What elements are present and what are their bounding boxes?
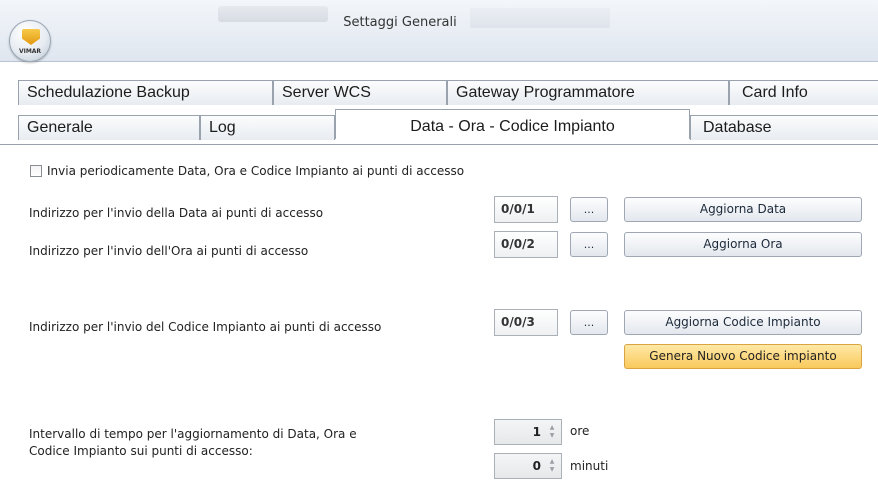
time-browse-button[interactable]: ... — [570, 232, 608, 257]
tab-generale[interactable]: Generale — [18, 115, 200, 140]
date-address-label: Indirizzo per l'invio della Data ai punt… — [29, 206, 324, 220]
code-browse-button[interactable]: ... — [570, 310, 608, 335]
date-browse-button[interactable]: ... — [570, 197, 608, 222]
tab-schedulazione-backup[interactable]: Schedulazione Backup — [18, 80, 273, 105]
hours-value: 1 — [532, 425, 541, 439]
time-address-label: Indirizzo per l'invio dell'Ora ai punti … — [29, 244, 309, 258]
app-menu-button[interactable]: VIMAR — [9, 20, 51, 62]
tab-log[interactable]: Log — [200, 115, 335, 140]
minutes-value: 0 — [532, 459, 541, 473]
generate-code-button[interactable]: Genera Nuovo Codice impianto — [624, 344, 862, 369]
code-address-label: Indirizzo per l'invio del Codice Impiant… — [29, 320, 382, 334]
update-code-button[interactable]: Aggiorna Codice Impianto — [624, 310, 862, 335]
periodic-send-checkbox[interactable] — [30, 165, 42, 177]
tab-card-info[interactable]: Card Info — [729, 80, 878, 105]
tab-gateway-programmatore[interactable]: Gateway Programmatore — [447, 80, 729, 105]
date-address-field[interactable]: 0/0/1 — [494, 196, 558, 223]
tab-database[interactable]: Database — [690, 115, 878, 140]
tab-strip-border — [0, 144, 878, 145]
minutes-unit-label: minuti — [570, 459, 609, 473]
window-title: Settaggi Generali — [343, 15, 457, 30]
title-bar: Settaggi Generali VIMAR — [0, 0, 878, 62]
stepper-arrows-icon[interactable]: ▲ ▼ — [548, 458, 556, 474]
time-address-field[interactable]: 0/0/2 — [494, 231, 558, 258]
interval-label-line2: Codice Impianto sui punti di accesso: — [29, 444, 253, 458]
stepper-arrows-icon[interactable]: ▲ ▼ — [548, 424, 556, 440]
hours-stepper[interactable]: 1 ▲ ▼ — [494, 419, 562, 445]
vimar-logo-icon — [22, 29, 40, 45]
logo-text: VIMAR — [18, 48, 42, 55]
tab-data-ora-codice-impianto[interactable]: Data - Ora - Codice Impianto — [335, 109, 690, 139]
tab-server-wcs[interactable]: Server WCS — [273, 80, 447, 105]
code-address-field[interactable]: 0/0/3 — [494, 309, 558, 336]
hours-unit-label: ore — [570, 424, 590, 438]
periodic-send-label: Invia periodicamente Data, Ora e Codice … — [47, 164, 465, 178]
interval-label-line1: Intervallo di tempo per l'aggiornamento … — [29, 427, 357, 441]
update-date-button[interactable]: Aggiorna Data — [624, 197, 862, 222]
minutes-stepper[interactable]: 0 ▲ ▼ — [494, 453, 562, 479]
update-time-button[interactable]: Aggiorna Ora — [624, 232, 862, 257]
